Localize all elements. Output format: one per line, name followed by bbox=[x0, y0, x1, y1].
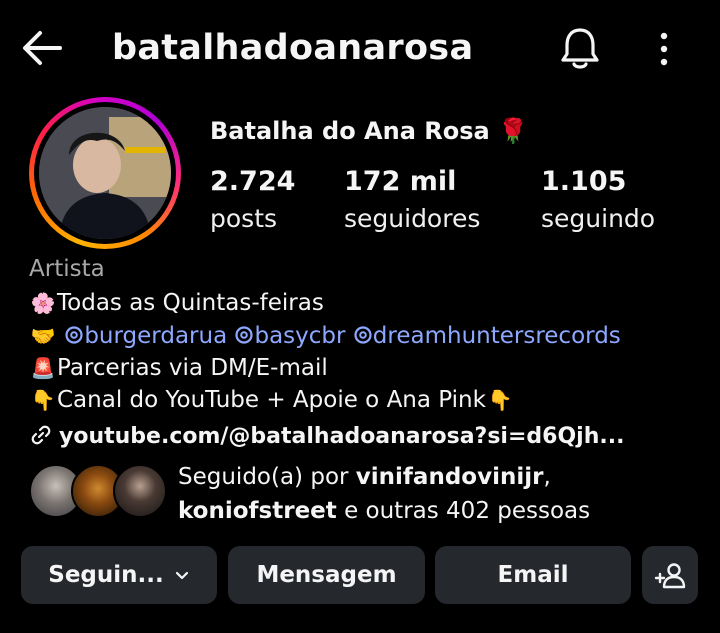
profile-link-text: youtube.com/@batalhadoanarosa?si=d6Qjh..… bbox=[59, 424, 625, 449]
mutual-followers-avatars[interactable] bbox=[29, 464, 169, 520]
bio-line-3: 🚨Parcerias via DM/E-mail bbox=[29, 352, 699, 384]
stat-value: 172 mil bbox=[344, 166, 457, 197]
follower-username: koniofstreet bbox=[178, 498, 337, 524]
mention-burgerdarua[interactable]: burgerdarua bbox=[64, 323, 227, 349]
avatar bbox=[113, 464, 167, 518]
message-button-label: Mensagem bbox=[256, 562, 397, 588]
more-vertical-icon bbox=[660, 32, 668, 66]
avatar[interactable] bbox=[39, 107, 171, 239]
bio-text: Canal do YouTube + Apoie o Ana Pink bbox=[57, 387, 486, 413]
followed-by-text[interactable]: Seguido(a) por vinifandovinijr, koniofst… bbox=[178, 460, 590, 528]
stat-label: posts bbox=[210, 204, 278, 233]
handshake-emoji: 🤝 bbox=[30, 324, 56, 348]
message-button[interactable]: Mensagem bbox=[228, 546, 425, 604]
options-menu-button[interactable] bbox=[652, 30, 676, 70]
top-bar: batalhadoanarosa bbox=[0, 0, 720, 96]
stat-label: seguidores bbox=[344, 204, 481, 233]
bio-line-4: 👇Canal do YouTube + Apoie o Ana Pink👇 bbox=[29, 384, 699, 416]
back-button[interactable] bbox=[20, 28, 64, 68]
stat-following[interactable]: 1.105 seguindo bbox=[541, 163, 655, 237]
threads-icon bbox=[235, 326, 254, 344]
link-icon bbox=[31, 425, 51, 445]
threads-icon bbox=[65, 326, 83, 344]
bell-icon bbox=[561, 28, 599, 69]
stat-value: 2.724 bbox=[210, 166, 296, 197]
follower-username: vinifandovinijr bbox=[355, 464, 544, 490]
siren-emoji: 🚨 bbox=[30, 356, 56, 380]
display-name: Batalha do Ana Rosa 🌹 bbox=[210, 117, 528, 145]
following-button[interactable]: Seguin... bbox=[21, 546, 217, 604]
pointing-down-emoji: 👇 bbox=[30, 388, 56, 412]
bio-text: Parcerias via DM/E-mail bbox=[57, 355, 328, 381]
bio-line-1: 🌸Todas as Quintas-feiras bbox=[29, 287, 699, 319]
separator: , bbox=[543, 464, 551, 490]
stat-followers[interactable]: 172 mil seguidores bbox=[344, 163, 480, 237]
stat-posts[interactable]: 2.724 posts bbox=[210, 163, 295, 237]
notifications-button[interactable] bbox=[558, 24, 602, 72]
profile-username: batalhadoanarosa bbox=[112, 28, 474, 68]
email-button[interactable]: Email bbox=[435, 546, 631, 604]
bio-text: Todas as Quintas-feiras bbox=[57, 290, 324, 316]
followed-by-suffix: e outras 402 pessoas bbox=[336, 498, 591, 524]
stat-value: 1.105 bbox=[541, 166, 627, 197]
following-button-label: Seguin... bbox=[48, 562, 164, 588]
pointing-down-emoji: 👇 bbox=[487, 388, 513, 412]
mention-basycbr[interactable]: basycbr bbox=[234, 323, 345, 349]
story-ring[interactable] bbox=[29, 97, 181, 249]
blossom-emoji: 🌸 bbox=[30, 291, 56, 315]
suggest-accounts-button[interactable] bbox=[642, 546, 698, 604]
bio-line-2: 🤝 burgerdarua basycbr dreamhuntersrecord… bbox=[29, 320, 699, 352]
profile-link[interactable]: youtube.com/@batalhadoanarosa?si=d6Qjh..… bbox=[29, 421, 624, 453]
arrow-left-icon bbox=[23, 31, 62, 65]
threads-icon bbox=[354, 326, 372, 344]
chevron-down-icon bbox=[175, 571, 188, 580]
mention-dreamhuntersrecords[interactable]: dreamhuntersrecords bbox=[353, 323, 621, 349]
email-button-label: Email bbox=[497, 562, 569, 588]
stat-label: seguindo bbox=[541, 204, 656, 233]
add-person-icon bbox=[654, 563, 686, 589]
profile-category: Artista bbox=[29, 256, 105, 282]
followed-by-prefix: Seguido(a) por bbox=[178, 464, 356, 490]
